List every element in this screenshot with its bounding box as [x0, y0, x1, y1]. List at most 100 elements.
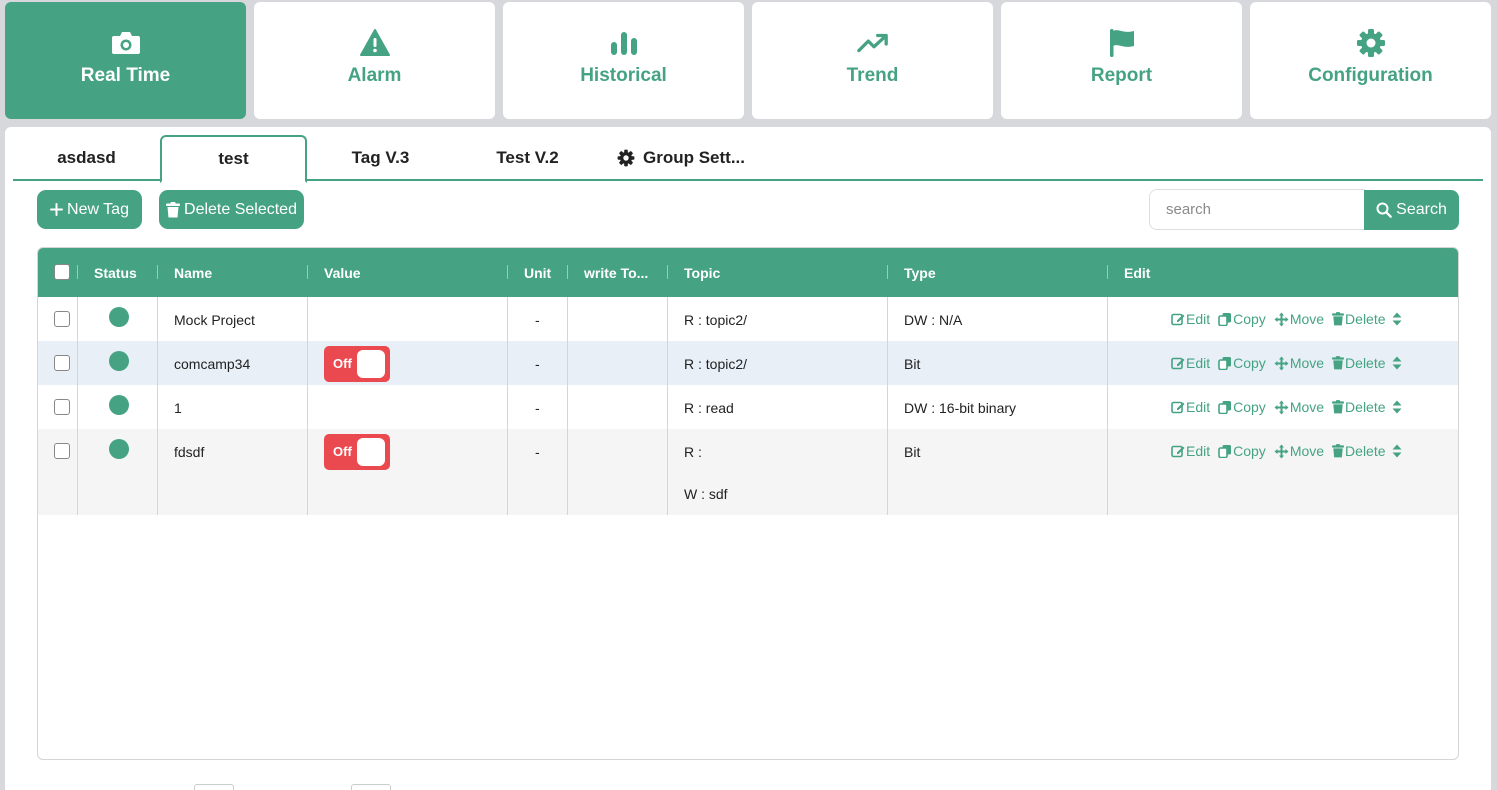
actions-cell: Edit Copy Move Delete: [1108, 429, 1458, 515]
reorder-handle-icon[interactable]: [1392, 400, 1403, 414]
edit-action-label: Edit: [1186, 311, 1211, 327]
copy-action[interactable]: Copy: [1218, 443, 1266, 459]
edit-action-label: Edit: [1186, 399, 1211, 415]
tab-group-settings[interactable]: Group Sett...: [601, 135, 761, 181]
actions-cell: Edit Copy Move Delete: [1108, 385, 1458, 429]
nav-configuration[interactable]: Configuration: [1250, 2, 1491, 119]
trash-icon: [166, 201, 181, 218]
toggle-label: Off: [333, 356, 352, 371]
search-input[interactable]: [1149, 189, 1365, 230]
toggle-label: Off: [333, 444, 352, 459]
reorder-handle-icon[interactable]: [1392, 312, 1403, 326]
new-tag-button[interactable]: New Tag: [37, 190, 142, 229]
topic-cell: R : topic2/: [668, 297, 888, 341]
edit-action[interactable]: Edit: [1171, 443, 1210, 459]
topic-cell: R : read: [668, 385, 888, 429]
row-select-cell: [38, 385, 78, 429]
page-number-input[interactable]: [351, 784, 391, 790]
search-button[interactable]: Search: [1364, 190, 1459, 230]
topic-read: R :: [684, 444, 702, 460]
topic-read: R : read: [684, 400, 734, 416]
row-select-cell: [38, 341, 78, 385]
table-row: 1 - R : read DW : 16-bit binary Edit Copy Move…: [38, 385, 1458, 429]
type-cell: DW : N/A: [888, 297, 1108, 341]
new-tag-label: New Tag: [67, 200, 129, 218]
edit-icon: [1171, 356, 1186, 370]
edit-action[interactable]: Edit: [1171, 399, 1210, 415]
value-toggle[interactable]: Off: [324, 346, 390, 382]
row-checkbox[interactable]: [54, 443, 70, 459]
column-header-status[interactable]: Status: [78, 248, 158, 297]
column-header-name[interactable]: Name: [158, 248, 308, 297]
tab-asdasd[interactable]: asdasd: [13, 135, 160, 181]
write-to-cell: [568, 341, 668, 385]
nav-label: Real Time: [80, 64, 171, 86]
delete-action[interactable]: Delete: [1332, 443, 1386, 459]
column-header-value[interactable]: Value: [308, 248, 508, 297]
name-cell: 1: [158, 385, 308, 429]
move-action-label: Move: [1289, 443, 1325, 459]
copy-action[interactable]: Copy: [1218, 311, 1266, 327]
group-tabs: asdasd test Tag V.3 Test V.2 Group Sett.…: [13, 135, 1483, 183]
column-header-type[interactable]: Type: [888, 248, 1108, 297]
reorder-handle-icon[interactable]: [1392, 444, 1403, 458]
nav-label: Configuration: [1308, 64, 1433, 86]
tag-name: comcamp34: [174, 356, 251, 372]
nav-trend[interactable]: Trend: [752, 2, 993, 119]
row-checkbox[interactable]: [54, 355, 70, 371]
page-size-select[interactable]: [194, 784, 234, 790]
nav-alarm[interactable]: Alarm: [254, 2, 495, 119]
reorder-handle-icon[interactable]: [1392, 356, 1403, 370]
move-action[interactable]: Move: [1274, 311, 1324, 327]
delete-action-label: Delete: [1345, 399, 1386, 415]
topic-read: R : topic2/: [684, 312, 748, 328]
nav-real-time[interactable]: Real Time: [5, 2, 246, 119]
tab-test[interactable]: test: [160, 135, 307, 183]
gear-icon: [1355, 27, 1387, 59]
column-header-write-to[interactable]: write To...: [568, 248, 668, 297]
value-cell: Off: [308, 341, 508, 385]
type-cell: Bit: [888, 341, 1108, 385]
trend-icon: [856, 27, 889, 59]
copy-action-label: Copy: [1233, 443, 1266, 459]
edit-action[interactable]: Edit: [1171, 311, 1210, 327]
nav-label: Alarm: [347, 64, 402, 86]
move-action[interactable]: Move: [1274, 399, 1324, 415]
tab-test-v2[interactable]: Test V.2: [454, 135, 601, 181]
row-actions: Edit Copy Move Delete: [1171, 311, 1411, 327]
camera-icon: [110, 27, 142, 59]
nav-report[interactable]: Report: [1001, 2, 1242, 119]
delete-selected-button[interactable]: Delete Selected: [159, 190, 304, 229]
column-header-unit[interactable]: Unit: [508, 248, 568, 297]
topic-cell: R : W : sdf: [668, 429, 888, 515]
delete-action[interactable]: Delete: [1332, 355, 1386, 371]
column-header-topic[interactable]: Topic: [668, 248, 888, 297]
delete-action[interactable]: Delete: [1332, 399, 1386, 415]
value-toggle[interactable]: Off: [324, 434, 390, 470]
edit-action-label: Edit: [1186, 355, 1211, 371]
row-actions: Edit Copy Move Delete: [1171, 443, 1411, 459]
flag-icon: [1106, 27, 1138, 59]
move-action[interactable]: Move: [1274, 443, 1324, 459]
move-action-label: Move: [1289, 311, 1325, 327]
row-checkbox[interactable]: [54, 399, 70, 415]
status-indicator: [109, 439, 129, 459]
row-checkbox[interactable]: [54, 311, 70, 327]
delete-selected-label: Delete Selected: [184, 200, 297, 218]
nav-historical[interactable]: Historical: [503, 2, 744, 119]
delete-action[interactable]: Delete: [1332, 311, 1386, 327]
copy-action-label: Copy: [1233, 355, 1266, 371]
delete-action-label: Delete: [1345, 443, 1386, 459]
copy-action[interactable]: Copy: [1218, 355, 1266, 371]
select-all-checkbox[interactable]: [54, 264, 70, 280]
unit-cell: -: [508, 297, 568, 341]
main-panel: asdasd test Tag V.3 Test V.2 Group Sett.…: [5, 127, 1491, 790]
move-action[interactable]: Move: [1274, 355, 1324, 371]
copy-action[interactable]: Copy: [1218, 399, 1266, 415]
toggle-knob: [357, 438, 385, 466]
tab-tag-v3[interactable]: Tag V.3: [307, 135, 454, 181]
status-cell: [78, 297, 158, 341]
copy-icon: [1218, 312, 1233, 326]
edit-action[interactable]: Edit: [1171, 355, 1210, 371]
copy-action-label: Copy: [1233, 399, 1266, 415]
